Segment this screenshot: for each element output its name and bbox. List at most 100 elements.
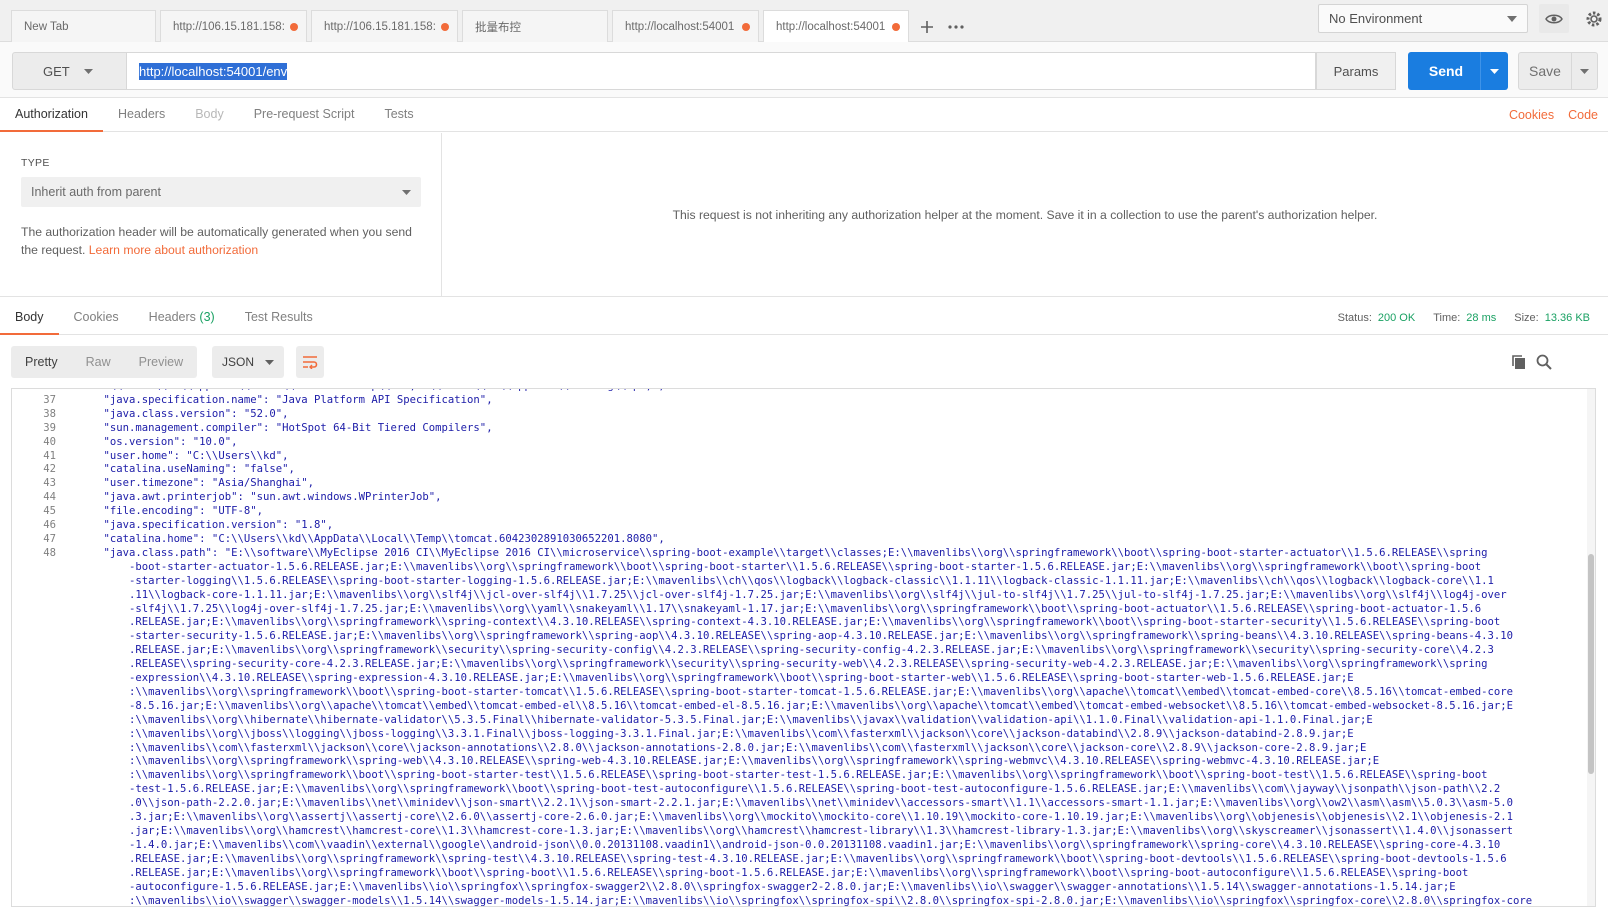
request-tab[interactable]: http://106.15.181.158: [160,10,307,42]
method-label: GET [43,63,70,79]
code-line: .RELEASE.jar;E:\\mavenlibs\\org\\springf… [78,644,1494,657]
line-number [12,853,56,867]
code-line: -autoconfigure-1.5.6.RELEASE.jar;E:\\mav… [78,880,1456,893]
line-number [12,839,56,853]
code-line: "java.awt.printerjob": "sun.awt.windows.… [78,491,442,504]
request-tab[interactable]: New Tab [11,10,156,42]
wrap-lines-button[interactable] [296,346,324,378]
save-button[interactable]: Save [1518,52,1598,90]
new-tab-button[interactable] [915,14,939,40]
response-body-viewer[interactable]: 373839404142434445464748 :\\Users\\kd\\A… [11,388,1596,907]
code-line: "java.specification.name": "Java Platfor… [78,393,493,406]
tab-bar: New Tab http://106.15.181.158: http://10… [0,0,1608,42]
size-info: Size: 13.36 KB [1514,312,1590,324]
code-line: "java.specification.version": "1.8", [78,519,334,532]
copy-button[interactable] [1507,348,1531,376]
save-label: Save [1529,63,1561,79]
code-link[interactable]: Code [1568,108,1598,122]
method-select[interactable]: GET [12,52,127,90]
tab-pre-request-script[interactable]: Pre-request Script [239,98,370,132]
line-number [12,603,56,617]
environment-quick-look-button[interactable] [1539,4,1569,33]
params-button[interactable]: Params [1316,52,1396,90]
cookies-link[interactable]: Cookies [1509,108,1554,122]
search-icon [1536,354,1552,370]
headers-count: (3) [199,309,215,324]
code-line: .11\\logback-core-1.1.11.jar;E:\\mavenli… [78,588,1507,601]
auth-helper-text: This request is not inheriting any autho… [672,207,1378,222]
code-line: :\\mavenlibs\\org\\springframework\\spri… [78,755,1380,768]
line-number [12,797,56,811]
line-number [12,728,56,742]
line-number-gutter: 37 38 39 40 41 42 43 44 45 46 47 48 [12,389,56,897]
tab-label: New Tab [24,20,69,33]
vertical-scrollbar[interactable] [1587,389,1595,906]
line-number: 43 [43,477,56,490]
status-label: Status: [1337,312,1372,324]
request-tab[interactable]: http://localhost:54001 [612,10,759,42]
code-line: .RELEASE.jar;E:\\mavenlibs\\org\\springf… [78,616,1501,629]
line-number [12,686,56,700]
code-line: -slf4j\\1.7.25\\log4j-over-slf4j-1.7.25.… [78,602,1482,615]
code-line: "java.class.version": "52.0", [78,407,289,420]
search-button[interactable] [1532,348,1556,376]
tab-response-cookies[interactable]: Cookies [59,301,134,335]
tab-response-headers[interactable]: Headers (3) [134,301,230,335]
request-tab-active[interactable]: http://localhost:54001 [763,10,909,42]
tab-label: http://localhost:54001 [625,20,735,33]
auth-helper-message: This request is not inheriting any autho… [442,133,1608,296]
more-tabs-button[interactable] [944,14,968,40]
line-number [12,895,56,906]
code-line: .RELEASE.jar;E:\\mavenlibs\\org\\springf… [78,852,1507,865]
line-number [12,700,56,714]
line-number: 46 [43,519,56,532]
code-line: .RELEASE.jar;E:\\mavenlibs\\org\\springf… [78,866,1469,879]
format-select[interactable]: JSON [212,346,284,378]
section-divider [0,296,1608,297]
environment-select[interactable]: No Environment [1318,4,1528,33]
url-input[interactable]: http://localhost:54001/env [126,52,1316,90]
settings-button[interactable] [1582,4,1606,33]
send-button[interactable]: Send [1408,52,1508,90]
size-value: 13.36 KB [1544,312,1590,324]
tab-headers[interactable]: Headers [103,98,180,132]
raw-button[interactable]: Raw [72,346,125,378]
code-line: :\\mavenlibs\\io\\swagger\\swagger-model… [78,894,1533,907]
tab-label: http://106.15.181.158: [173,20,284,33]
tab-authorization[interactable]: Authorization [0,98,103,132]
line-number: 41 [43,449,56,462]
request-section-tabs: Authorization Headers Body Pre-request S… [0,98,1608,132]
auth-type-value: Inherit auth from parent [31,185,161,199]
preview-button[interactable]: Preview [125,346,197,378]
pretty-button[interactable]: Pretty [11,346,72,378]
environment-label: No Environment [1329,11,1423,26]
learn-more-auth-link[interactable]: Learn more about authorization [89,243,258,257]
response-section-tabs: Body Cookies Headers (3) Test Results St… [0,301,1608,335]
plus-icon [921,21,933,33]
line-number: 42 [43,463,56,476]
line-number: 47 [43,532,56,545]
request-url-bar: GET http://localhost:54001/env Params Se… [0,42,1608,98]
line-number [12,755,56,769]
tab-body[interactable]: Body [180,98,239,132]
tab-test-results[interactable]: Test Results [230,301,328,335]
line-number: 48 [43,546,56,559]
auth-type-panel: TYPE Inherit auth from parent The author… [0,133,442,296]
send-options-button[interactable] [1480,52,1508,90]
caret-down-icon [83,68,93,74]
caret-down-icon [402,189,411,195]
tab-tests[interactable]: Tests [369,98,428,132]
code-line: .RELEASE\\spring-security-core-4.2.3.REL… [78,658,1488,671]
code-line: "user.home": "C:\\Users\\kd", [78,449,289,462]
line-number [12,714,56,728]
scrollbar-thumb[interactable] [1588,554,1594,774]
time-info: Time: 28 ms [1433,312,1496,324]
request-tab[interactable]: 批量布控 [462,10,608,42]
line-number [12,658,56,672]
auth-type-select[interactable]: Inherit auth from parent [21,177,421,207]
params-label: Params [1333,63,1379,79]
request-tab[interactable]: http://106.15.181.158: [311,10,458,42]
code-line: -starter-logging\\1.5.6.RELEASE\\spring-… [78,574,1494,587]
save-options-button[interactable] [1571,52,1597,90]
tab-response-body[interactable]: Body [0,301,59,335]
